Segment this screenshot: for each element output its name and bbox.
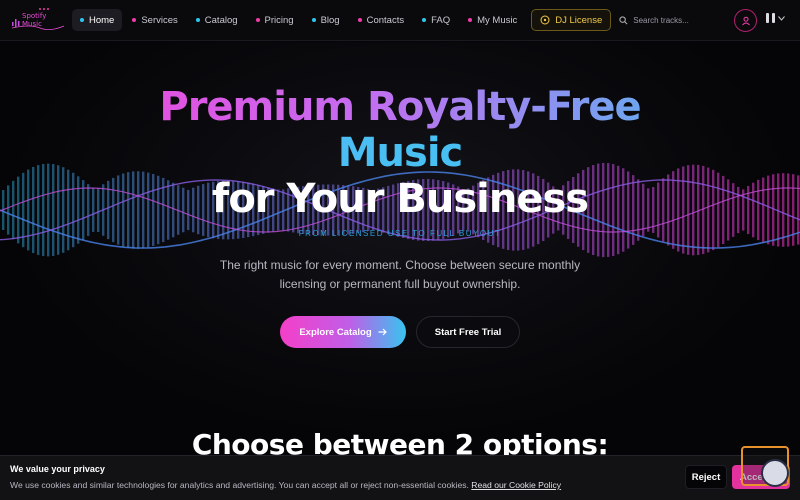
hero-subline: FROM LICENSED USE TO FULL BUYOUT <box>298 229 502 238</box>
start-free-trial-label: Start Free Trial <box>434 326 502 338</box>
cookie-title: We value your privacy <box>10 464 105 474</box>
nav-dot-icon <box>195 18 200 22</box>
hero-cta-row: Explore Catalog Start Free Trial <box>0 316 800 348</box>
nav-dot-icon <box>311 18 316 22</box>
explore-catalog-button[interactable]: Explore Catalog <box>280 316 406 348</box>
player-pause-button[interactable] <box>766 13 785 23</box>
dj-license-button[interactable]: DJ License <box>531 9 612 31</box>
nav-item-pricing[interactable]: Pricing <box>248 9 302 31</box>
start-free-trial-button[interactable]: Start Free Trial <box>416 316 520 348</box>
pause-icon <box>766 13 769 23</box>
explore-catalog-label: Explore Catalog <box>299 326 372 338</box>
nav-item-label: My Music <box>477 14 518 26</box>
hero-title-line-2: Music <box>0 130 800 176</box>
nav-dot-icon <box>132 18 137 22</box>
nav-item-my-music[interactable]: My Music <box>460 9 525 31</box>
nav-dot-icon <box>357 18 362 22</box>
cookie-description: We use cookies and similar technologies … <box>10 480 469 490</box>
vinyl-icon <box>540 15 550 25</box>
chat-assistant-icon[interactable] <box>761 459 789 487</box>
search-icon <box>619 15 628 24</box>
user-icon <box>741 16 750 25</box>
user-account-button[interactable] <box>734 9 757 32</box>
nav-item-label: Pricing <box>264 14 294 26</box>
hero-description: The right music for every moment. Choose… <box>219 258 581 291</box>
nav-item-contacts[interactable]: Contacts <box>350 9 413 31</box>
search-input[interactable] <box>633 15 734 25</box>
cookie-banner: We value your privacy We use cookies and… <box>0 455 800 500</box>
nav-dot-icon <box>80 18 84 22</box>
arrow-right-icon <box>378 328 387 336</box>
hero-title-line-1: Premium Royalty-Free <box>0 84 800 130</box>
nav-menu: Home Services Catalog Pricing Blog Conta… <box>72 9 525 31</box>
nav-item-blog[interactable]: Blog <box>304 9 348 31</box>
search-box[interactable] <box>619 15 739 25</box>
nav-dot-icon <box>468 18 473 22</box>
logo[interactable]: Spotify Music <box>10 6 66 34</box>
chevron-down-icon <box>778 15 785 21</box>
nav-item-home[interactable]: Home <box>72 9 123 31</box>
nav-item-catalog[interactable]: Catalog <box>188 9 246 31</box>
cookie-text: We use cookies and similar technologies … <box>10 480 561 490</box>
top-navigation: Spotify Music Home Services Catalog Pric… <box>0 0 800 41</box>
logo-text: Spotify Music <box>22 12 47 28</box>
hero-section: Premium Royalty-Free Music for Your Busi… <box>0 42 800 442</box>
reject-cookies-button[interactable]: Reject <box>685 465 727 489</box>
hero-title-line-3: for Your Business <box>211 176 589 222</box>
nav-item-label: Contacts <box>366 14 405 26</box>
dj-license-label: DJ License <box>555 14 603 26</box>
nav-item-services[interactable]: Services <box>124 9 185 31</box>
nav-dot-icon <box>422 18 427 22</box>
nav-item-faq[interactable]: FAQ <box>414 9 458 31</box>
nav-item-label: Catalog <box>204 14 238 26</box>
nav-item-label: FAQ <box>431 14 451 26</box>
hero-title: Premium Royalty-Free Music for Your Busi… <box>0 84 800 222</box>
nav-item-label: Blog <box>320 14 340 26</box>
cookie-policy-link[interactable]: Read our Cookie Policy <box>471 480 561 490</box>
nav-item-label: Home <box>89 14 115 26</box>
nav-item-label: Services <box>141 14 178 26</box>
nav-dot-icon <box>255 18 260 22</box>
